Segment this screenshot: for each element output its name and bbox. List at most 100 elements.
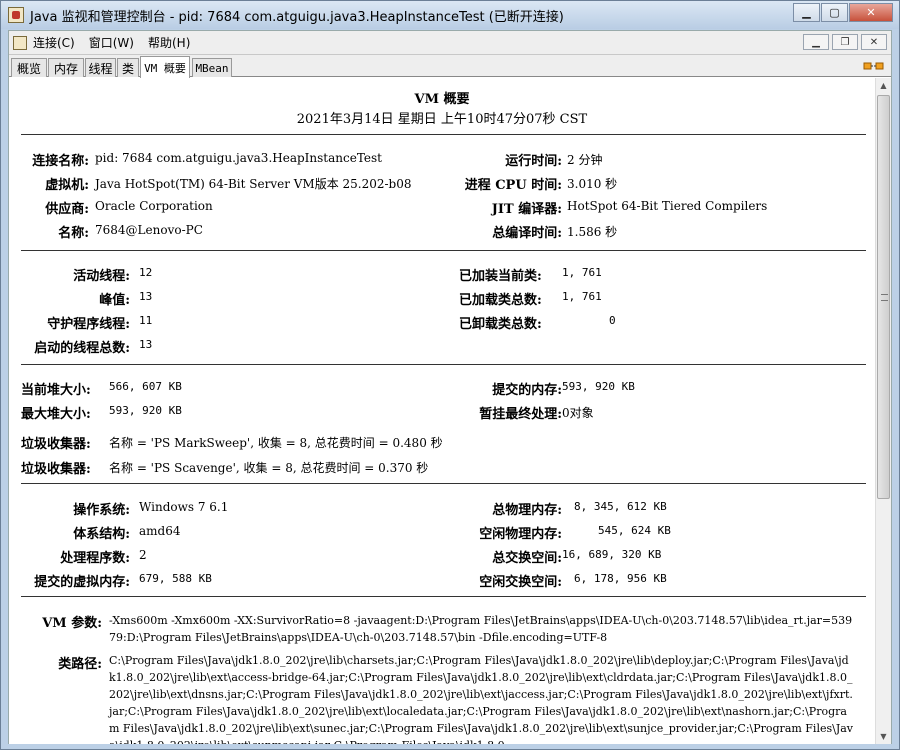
- peak-threads-label: 峰值:: [99, 293, 130, 308]
- console-window: Java 监视和管理控制台 - pid: 7684 com.atguigu.ja…: [0, 0, 900, 750]
- separator: [21, 483, 866, 484]
- frame-icon: [13, 35, 27, 50]
- tab-threads[interactable]: 线程: [85, 58, 116, 77]
- java-cup-icon: [8, 7, 24, 23]
- total-loaded-classes-value: 1, 761: [562, 290, 602, 303]
- name-label: 名称:: [58, 226, 89, 241]
- name-value: 7684@Lenovo-PC: [95, 223, 203, 237]
- tab-overview[interactable]: 概览: [11, 58, 47, 77]
- separator: [21, 364, 866, 365]
- summary-date: 2021年3月14日 星期日 上午10时47分07秒 CST: [296, 112, 588, 127]
- uptime-value: 2 分钟: [567, 153, 603, 167]
- frame-minimize-button[interactable]: ▁: [803, 34, 829, 50]
- current-heap-size-label: 当前堆大小:: [21, 383, 91, 398]
- processors-value: 2: [139, 548, 147, 562]
- tab-vm-summary[interactable]: VM 概要: [140, 56, 190, 78]
- disconnected-plug-icon[interactable]: [863, 59, 885, 73]
- connection-name-value: pid: 7684 com.atguigu.java3.HeapInstance…: [95, 151, 382, 165]
- frame-restore-button[interactable]: ❐: [832, 34, 858, 50]
- connection-name-label: 连接名称:: [32, 154, 89, 169]
- gc-label: 垃圾收集器:: [21, 437, 91, 452]
- class-path-value: C:\Program Files\Java\jdk1.8.0_202\jre\l…: [109, 654, 854, 744]
- frame-controls: ▁ ❐ ✕: [800, 34, 887, 50]
- gc-marksweep-value: 名称 = 'PS MarkSweep', 收集 = 8, 总花费时间 = 0.4…: [109, 436, 443, 450]
- committed-virtual-memory-value: 679, 588 KB: [139, 572, 212, 585]
- max-heap-size-value: 593, 920 KB: [109, 404, 182, 417]
- unloaded-classes-label: 已卸载类总数:: [459, 317, 542, 332]
- minimize-button[interactable]: ▁: [793, 3, 820, 22]
- committed-memory-label: 提交的内存:: [492, 383, 562, 398]
- internal-frame: 连接(C) 窗口(W) 帮助(H) ▁ ❐ ✕ 概览 内存 线程 类 VM 概要…: [8, 30, 892, 744]
- menu-help[interactable]: 帮助(H): [148, 34, 190, 51]
- scroll-down-arrow-icon[interactable]: ▼: [876, 729, 891, 744]
- current-heap-size-value: 566, 607 KB: [109, 380, 182, 393]
- title-bar[interactable]: Java 监视和管理控制台 - pid: 7684 com.atguigu.ja…: [1, 1, 899, 29]
- gc-scavenge-value: 名称 = 'PS Scavenge', 收集 = 8, 总花费时间 = 0.37…: [109, 461, 429, 475]
- committed-memory-value: 593, 920 KB: [562, 380, 635, 393]
- class-path-label: 类路径:: [58, 657, 102, 672]
- vm-arguments-value: -Xms600m -Xmx600m -XX:SurvivorRatio=8 -j…: [109, 614, 853, 644]
- tab-memory[interactable]: 内存: [48, 58, 84, 77]
- max-heap-size-label: 最大堆大小:: [21, 407, 91, 422]
- total-compile-time-label: 总编译时间:: [492, 226, 562, 241]
- jit-compiler-value: HotSpot 64-Bit Tiered Compilers: [567, 199, 768, 213]
- total-compile-time-value: 1.586 秒: [567, 225, 618, 239]
- tab-mbean[interactable]: MBean: [192, 58, 232, 77]
- grip-icon: [881, 294, 888, 301]
- vm-arguments-label: VM 参数:: [42, 616, 102, 631]
- unloaded-classes-value: 0: [609, 314, 616, 327]
- gc-label: 垃圾收集器:: [21, 462, 91, 477]
- vertical-scrollbar[interactable]: ▲ ▼: [875, 78, 891, 744]
- os-label: 操作系统:: [73, 503, 130, 518]
- tab-bar: 概览 内存 线程 类 VM 概要 MBean: [9, 55, 891, 78]
- scrollbar-thumb[interactable]: [877, 95, 890, 499]
- architecture-value: amd64: [139, 524, 181, 538]
- live-threads-value: 12: [139, 266, 153, 279]
- separator: [21, 250, 866, 251]
- vendor-value: Oracle Corporation: [95, 199, 213, 213]
- tab-classes[interactable]: 类: [117, 58, 139, 77]
- processors-label: 处理程序数:: [60, 551, 130, 566]
- vm-summary-panel: VM 概要 2021年3月14日 星期日 上午10时47分07秒 CST 连接名…: [9, 78, 875, 744]
- loaded-classes-label: 已加装当前类:: [459, 269, 542, 284]
- uptime-label: 运行时间:: [505, 154, 562, 169]
- menu-window[interactable]: 窗口(W): [89, 34, 134, 51]
- free-physical-memory-value: 545, 624 KB: [598, 524, 671, 537]
- window-controls: ▁ ▢ ✕: [792, 3, 893, 22]
- os-value: Windows 7 6.1: [139, 500, 229, 514]
- scroll-up-arrow-icon[interactable]: ▲: [876, 78, 891, 93]
- jit-compiler-label: JIT 编译器:: [491, 202, 562, 217]
- summary-title: VM 概要: [414, 92, 470, 107]
- total-started-threads-label: 启动的线程总数:: [34, 341, 130, 356]
- separator: [21, 596, 866, 597]
- frame-close-button[interactable]: ✕: [861, 34, 887, 50]
- process-cpu-time-label: 进程 CPU 时间:: [464, 178, 562, 193]
- window-title: Java 监视和管理控制台 - pid: 7684 com.atguigu.ja…: [30, 9, 564, 25]
- daemon-threads-label: 守护程序线程:: [47, 317, 130, 332]
- close-button[interactable]: ✕: [849, 3, 893, 22]
- committed-virtual-memory-label: 提交的虚拟内存:: [34, 575, 130, 590]
- menu-bar: 连接(C) 窗口(W) 帮助(H) ▁ ❐ ✕: [9, 31, 891, 55]
- free-swap-space-value: 6, 178, 956 KB: [574, 572, 667, 585]
- separator: [21, 134, 866, 135]
- free-swap-space-label: 空闲交换空间:: [479, 575, 562, 590]
- total-swap-space-value: 16, 689, 320 KB: [562, 548, 662, 561]
- process-cpu-time-value: 3.010 秒: [567, 177, 618, 191]
- daemon-threads-value: 11: [139, 314, 153, 327]
- total-swap-space-label: 总交换空间:: [492, 551, 562, 566]
- free-physical-memory-label: 空闲物理内存:: [479, 527, 562, 542]
- total-physical-memory-label: 总物理内存:: [492, 503, 562, 518]
- vm-value: Java HotSpot(TM) 64-Bit Server VM版本 25.2…: [95, 177, 412, 191]
- loaded-classes-value: 1, 761: [562, 266, 602, 279]
- menu-connection[interactable]: 连接(C): [33, 34, 75, 51]
- pending-finalization-value: 0对象: [562, 406, 594, 420]
- total-started-threads-value: 13: [139, 338, 153, 351]
- vm-label: 虚拟机:: [45, 178, 89, 193]
- peak-threads-value: 13: [139, 290, 153, 303]
- vendor-label: 供应商:: [45, 202, 89, 217]
- live-threads-label: 活动线程:: [73, 269, 130, 284]
- maximize-button[interactable]: ▢: [821, 3, 848, 22]
- total-loaded-classes-label: 已加载类总数:: [459, 293, 542, 308]
- pending-finalization-label: 暂挂最终处理:: [479, 407, 562, 422]
- total-physical-memory-value: 8, 345, 612 KB: [574, 500, 667, 513]
